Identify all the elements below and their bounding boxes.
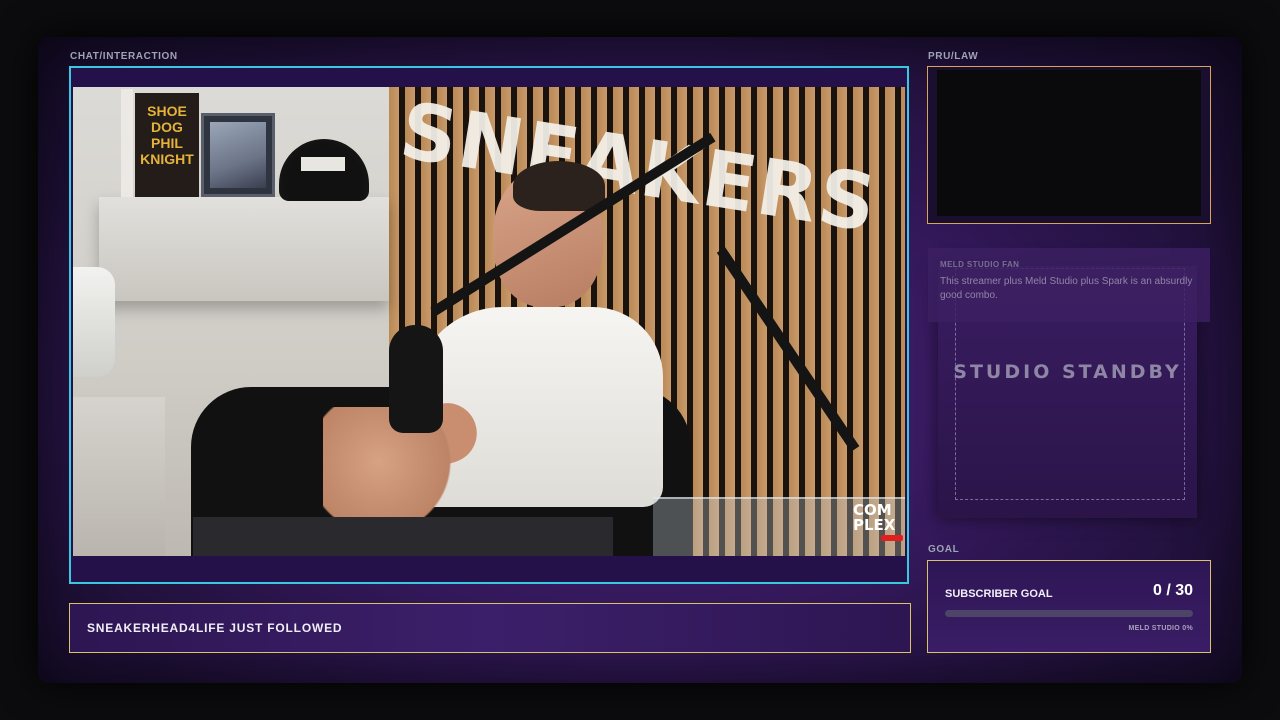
goal-subtext: MELD STUDIO 0% <box>1128 625 1193 632</box>
complex-watermark: COM PLEX <box>853 501 896 534</box>
lower-shelf <box>73 397 165 556</box>
book-cover: SHOE DOG PHIL KNIGHT <box>135 93 199 197</box>
chat-username: MELD STUDIO FAN <box>940 260 1020 269</box>
subscriber-goal-box: SUBSCRIBER GOAL 0 / 30 MELD STUDIO 0% <box>927 560 1211 653</box>
webcam-box <box>927 66 1211 224</box>
video-feed[interactable]: SNEAKERS SHOE DOG PHIL KNIGHT COM PLEX <box>73 87 905 556</box>
book-spine <box>121 89 133 197</box>
watermark-badge <box>881 535 903 541</box>
goal-progress-track <box>945 610 1193 617</box>
standby-text: STUDIO STANDBY <box>953 361 1182 383</box>
chat-message: MELD STUDIO FAN This streamer plus Meld … <box>928 248 1210 322</box>
photo-image <box>210 122 266 188</box>
sneaker <box>73 267 115 377</box>
overlay-frame: CHAT/INTERACTION PRU/LAW GOAL SNEAKERS S… <box>38 37 1242 683</box>
person-hair <box>513 161 605 211</box>
chat-section-label: CHAT/INTERACTION <box>70 51 178 62</box>
follow-alert-text: SNEAKERHEAD4LIFE JUST FOLLOWED <box>87 621 343 635</box>
webcam-feed[interactable] <box>937 70 1201 216</box>
wall-shelf <box>99 197 389 301</box>
follow-alert-bar: SNEAKERHEAD4LIFE JUST FOLLOWED <box>69 603 911 653</box>
goal-title: SUBSCRIBER GOAL <box>945 588 1053 600</box>
goal-section-label: GOAL <box>928 544 960 555</box>
goal-count: 0 / 30 <box>1152 582 1193 599</box>
main-video-panel: SNEAKERS SHOE DOG PHIL KNIGHT COM PLEX <box>69 66 909 584</box>
cap-label <box>301 157 345 171</box>
microphone <box>389 325 443 433</box>
photo-frame <box>201 113 275 197</box>
prulaw-section-label: PRU/LAW <box>928 51 979 62</box>
person-legs <box>193 517 613 556</box>
chat-message-text: This streamer plus Meld Studio plus Spar… <box>940 276 1193 301</box>
